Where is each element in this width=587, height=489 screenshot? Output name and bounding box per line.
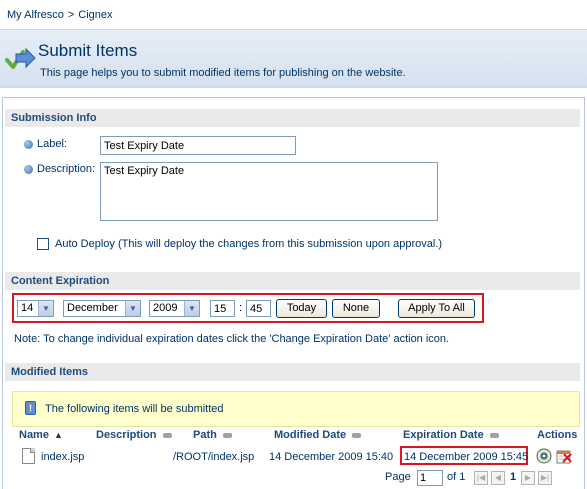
breadcrumb-item-my-alfresco[interactable]: My Alfresco bbox=[7, 9, 64, 21]
label-field-label: Label: bbox=[37, 138, 67, 150]
today-button[interactable]: Today bbox=[276, 299, 327, 318]
preview-icon[interactable] bbox=[536, 448, 552, 464]
modified-items-title: Modified Items bbox=[5, 363, 580, 381]
none-button[interactable]: None bbox=[332, 299, 380, 318]
column-options-icon[interactable] bbox=[489, 432, 499, 438]
month-select-value: December bbox=[67, 302, 118, 314]
chevron-down-icon: ▼ bbox=[38, 301, 53, 316]
expiration-note: Note: To change individual expiration da… bbox=[14, 333, 450, 345]
info-icon: ! bbox=[25, 401, 36, 415]
column-header-expiration-date[interactable]: Expiration Date bbox=[403, 429, 499, 441]
year-select-value: 2009 bbox=[153, 302, 178, 314]
submit-arrow-icon bbox=[5, 47, 36, 69]
day-select[interactable]: 14 ▼ bbox=[17, 300, 54, 317]
pager-page-label: Page bbox=[385, 471, 411, 483]
breadcrumb: My Alfresco > Cignex bbox=[7, 9, 113, 21]
column-header-modified-date[interactable]: Modified Date bbox=[274, 429, 362, 441]
time-separator: : bbox=[239, 302, 243, 314]
file-icon bbox=[22, 448, 35, 464]
day-select-value: 14 bbox=[21, 302, 34, 314]
cell-expiration-date: 14 December 2009 15:45 bbox=[404, 451, 529, 463]
last-page-icon[interactable]: ▶| bbox=[538, 471, 552, 485]
cell-modified-date: 14 December 2009 15:40 bbox=[269, 451, 394, 463]
month-select[interactable]: December ▼ bbox=[63, 300, 141, 317]
column-options-icon[interactable] bbox=[162, 432, 172, 438]
column-header-description-label: Description bbox=[96, 429, 157, 441]
description-field-label: Description: bbox=[37, 163, 96, 175]
column-options-icon[interactable] bbox=[352, 432, 362, 438]
hour-input[interactable] bbox=[210, 300, 235, 317]
description-textarea[interactable]: Test Expiry Date bbox=[100, 162, 438, 221]
sort-ascending-icon: ▲ bbox=[54, 430, 63, 440]
column-header-name[interactable]: Name ▲ bbox=[19, 429, 63, 441]
field-bullet-icon bbox=[24, 165, 33, 174]
current-page-number[interactable]: 1 bbox=[510, 471, 516, 483]
pager-of-label: of 1 bbox=[447, 471, 466, 483]
previous-page-icon[interactable]: ◀ bbox=[491, 471, 505, 485]
chevron-down-icon: ▼ bbox=[125, 301, 140, 316]
breadcrumb-bar: My Alfresco > Cignex bbox=[0, 0, 587, 30]
minute-input[interactable] bbox=[246, 300, 271, 317]
column-header-path[interactable]: Path bbox=[193, 429, 232, 441]
column-header-modified-date-label: Modified Date bbox=[274, 429, 347, 441]
first-page-icon[interactable]: |◀ bbox=[474, 471, 488, 485]
page-header: Submit Items This page helps you to subm… bbox=[0, 30, 587, 88]
column-options-icon[interactable] bbox=[222, 432, 232, 438]
column-header-expiration-date-label: Expiration Date bbox=[403, 429, 484, 441]
auto-deploy-checkbox[interactable] bbox=[37, 238, 49, 250]
change-expiration-date-icon[interactable] bbox=[556, 448, 572, 464]
column-header-description[interactable]: Description bbox=[96, 429, 172, 441]
page-number-input[interactable] bbox=[417, 470, 443, 486]
cell-path[interactable]: /ROOT/index.jsp bbox=[173, 451, 254, 463]
field-bullet-icon bbox=[24, 140, 33, 149]
submission-info-title: Submission Info bbox=[5, 109, 580, 127]
column-header-actions: Actions bbox=[537, 429, 578, 441]
content-expiration-title: Content Expiration bbox=[5, 272, 580, 290]
year-select[interactable]: 2009 ▼ bbox=[149, 300, 200, 317]
label-input[interactable] bbox=[100, 136, 296, 155]
page-title: Submit Items bbox=[38, 41, 138, 60]
info-message-text: The following items will be submitted bbox=[45, 403, 224, 415]
column-header-path-label: Path bbox=[193, 429, 217, 441]
info-message: ! The following items will be submitted bbox=[12, 391, 580, 427]
page-subtitle: This page helps you to submit modified i… bbox=[40, 67, 406, 79]
breadcrumb-item-cignex[interactable]: Cignex bbox=[78, 9, 112, 21]
column-header-name-label: Name bbox=[19, 429, 49, 441]
breadcrumb-separator: > bbox=[67, 9, 75, 21]
chevron-down-icon: ▼ bbox=[184, 301, 199, 316]
apply-to-all-button[interactable]: Apply To All bbox=[398, 299, 475, 318]
next-page-icon[interactable]: ▶ bbox=[521, 471, 535, 485]
cell-name[interactable]: index.jsp bbox=[41, 451, 84, 463]
auto-deploy-label: Auto Deploy (This will deploy the change… bbox=[55, 238, 443, 250]
